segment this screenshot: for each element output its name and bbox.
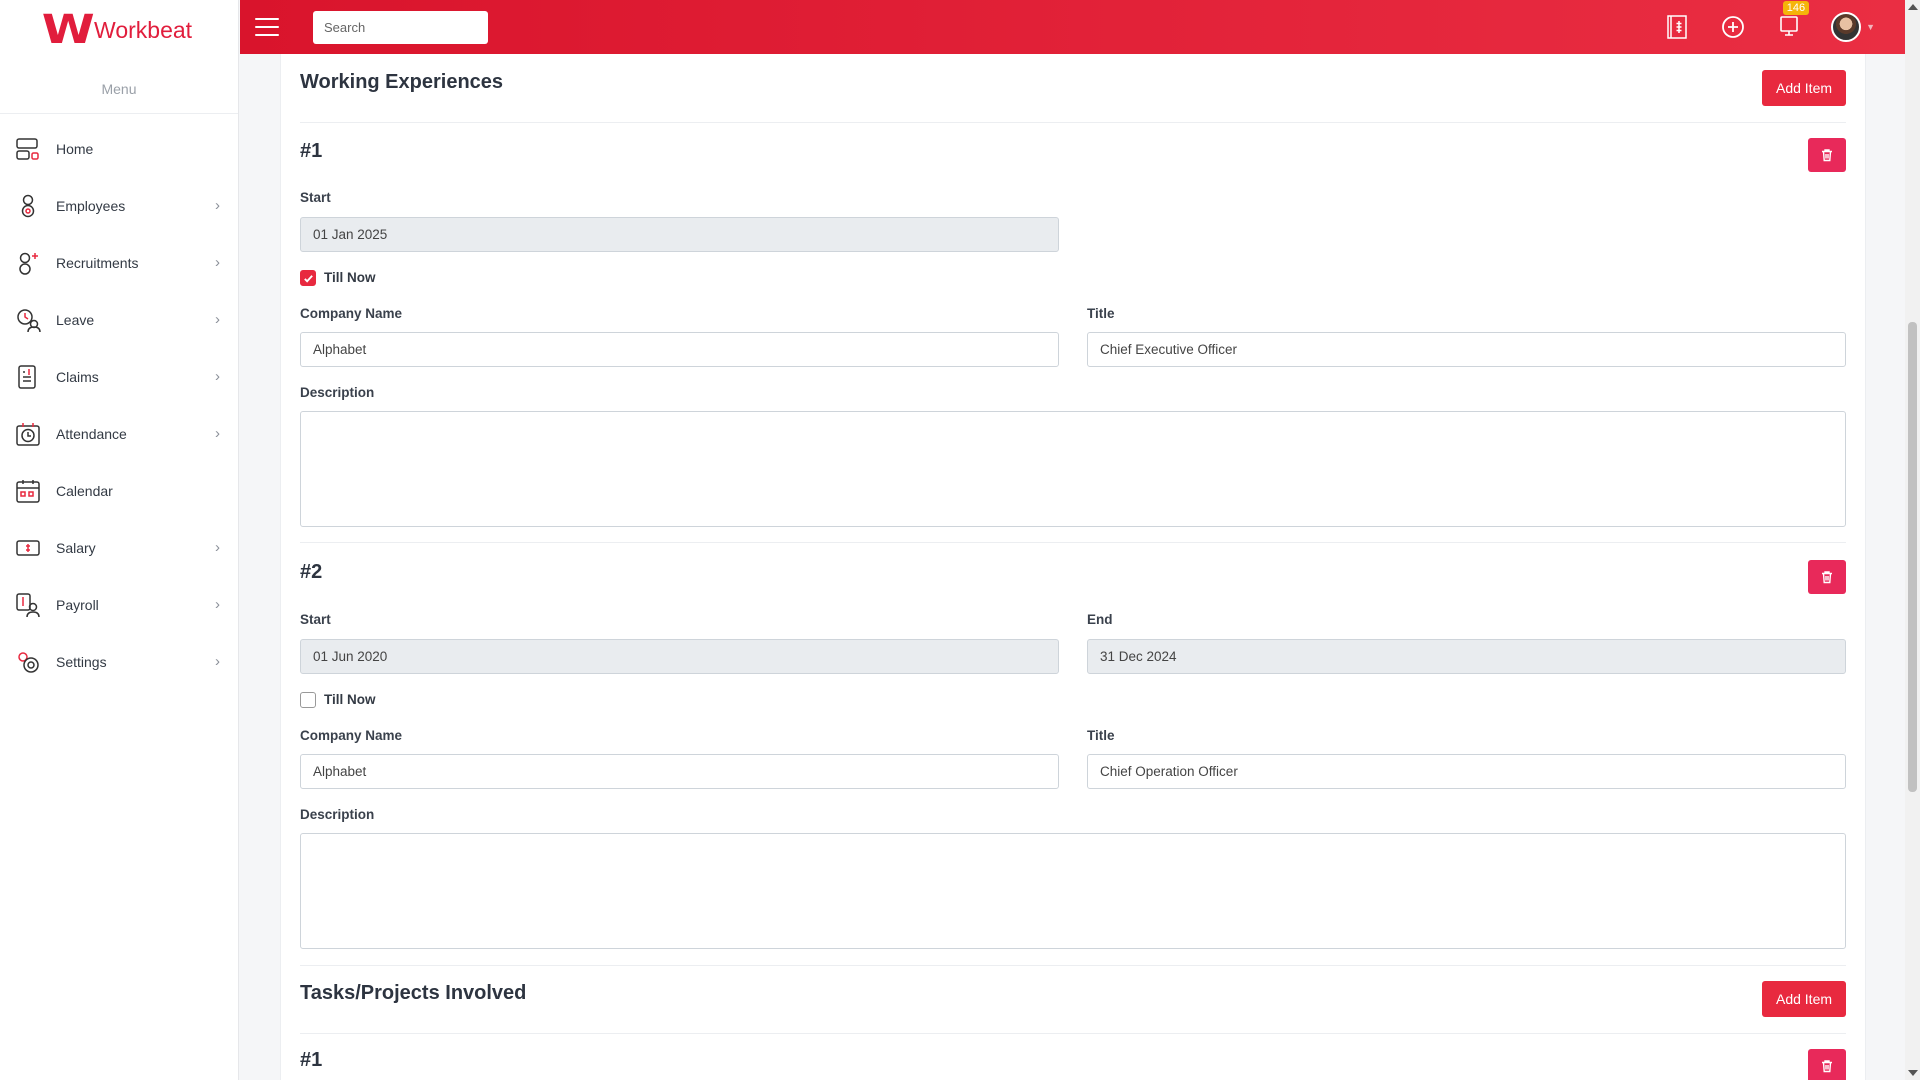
logo-text: Workbeat bbox=[94, 16, 193, 43]
chevron-right-icon: › bbox=[215, 596, 220, 613]
chevron-right-icon: › bbox=[215, 197, 220, 214]
add-experience-button[interactable]: Add Item bbox=[1762, 70, 1846, 106]
sidebar-item-payroll[interactable]: Payroll › bbox=[0, 576, 238, 633]
scroll-down-icon[interactable] bbox=[1908, 1070, 1918, 1076]
chevron-right-icon: › bbox=[215, 653, 220, 670]
chevron-right-icon: › bbox=[215, 254, 220, 271]
sidebar-item-settings[interactable]: Settings › bbox=[0, 633, 238, 690]
title-field[interactable]: Chief Operation Officer bbox=[1087, 754, 1846, 789]
page-scrollbar[interactable] bbox=[1905, 0, 1920, 1080]
end-label: End bbox=[1087, 612, 1113, 627]
description-textarea[interactable] bbox=[300, 833, 1846, 949]
start-date-field[interactable]: 01 Jan 2025 bbox=[300, 217, 1059, 252]
description-label: Description bbox=[300, 807, 375, 822]
hamburger-menu-icon[interactable] bbox=[255, 18, 279, 36]
trash-icon bbox=[1822, 1060, 1832, 1073]
checkmark-icon bbox=[303, 274, 313, 283]
till-now-label: Till Now bbox=[324, 270, 376, 285]
invoice-icon[interactable] bbox=[1663, 13, 1691, 41]
menu-title: Menu bbox=[0, 60, 238, 114]
delete-experience-button[interactable] bbox=[1808, 560, 1846, 594]
sidebar-item-home[interactable]: Home bbox=[0, 120, 238, 177]
add-circle-icon[interactable] bbox=[1719, 13, 1747, 41]
sidebar-item-attendance[interactable]: Attendance › bbox=[0, 405, 238, 462]
sidebar-item-label: Leave bbox=[56, 311, 95, 328]
sidebar-item-label: Payroll bbox=[56, 596, 99, 613]
sidebar: W Workbeat Menu Home Employees › Recruit… bbox=[0, 0, 239, 1080]
chevron-right-icon: › bbox=[215, 539, 220, 556]
end-date-field[interactable]: 31 Dec 2024 bbox=[1087, 639, 1846, 674]
chevron-down-icon[interactable]: ▼ bbox=[1866, 22, 1875, 32]
sidebar-item-label: Home bbox=[56, 140, 94, 157]
salary-icon bbox=[15, 535, 41, 561]
title-label: Title bbox=[1087, 306, 1115, 321]
sidebar-item-label: Salary bbox=[56, 539, 96, 556]
home-icon bbox=[15, 136, 41, 162]
start-label: Start bbox=[300, 612, 331, 627]
title-field[interactable]: Chief Executive Officer bbox=[1087, 332, 1846, 367]
sidebar-item-label: Calendar bbox=[56, 482, 113, 499]
topbar-actions: 146 ▼ bbox=[1635, 0, 1905, 54]
sidebar-item-label: Employees bbox=[56, 197, 126, 214]
sidebar-item-calendar[interactable]: Calendar bbox=[0, 462, 238, 519]
sidebar-item-employees[interactable]: Employees › bbox=[0, 177, 238, 234]
start-label: Start bbox=[300, 190, 331, 205]
divider bbox=[300, 542, 1846, 543]
till-now-checkbox[interactable] bbox=[300, 270, 316, 286]
claims-icon bbox=[15, 364, 41, 390]
tasks-projects-title: Tasks/Projects Involved bbox=[300, 982, 527, 1004]
chevron-right-icon: › bbox=[215, 311, 220, 328]
experience-item-number: #2 bbox=[300, 561, 323, 583]
search-input[interactable] bbox=[313, 10, 488, 44]
chevron-right-icon: › bbox=[215, 425, 220, 442]
company-name-label: Company Name bbox=[300, 728, 403, 743]
till-now-label: Till Now bbox=[324, 692, 376, 707]
sidebar-item-leave[interactable]: Leave › bbox=[0, 291, 238, 348]
trash-icon bbox=[1822, 571, 1832, 584]
company-name-field[interactable]: Alphabet bbox=[300, 332, 1059, 367]
title-label: Title bbox=[1087, 728, 1115, 743]
scroll-up-icon[interactable] bbox=[1908, 4, 1918, 10]
notification-badge: 146 bbox=[1782, 1, 1810, 15]
divider bbox=[300, 122, 1846, 123]
avatar[interactable] bbox=[1831, 12, 1862, 42]
employees-icon bbox=[15, 193, 41, 219]
sidebar-item-label: Attendance bbox=[56, 425, 127, 442]
sidebar-nav: Home Employees › Recruitments › Leave › … bbox=[0, 114, 238, 690]
sidebar-item-label: Claims bbox=[56, 368, 99, 385]
attendance-icon bbox=[15, 421, 41, 447]
leave-icon bbox=[15, 307, 41, 333]
working-experiences-title: Working Experiences bbox=[300, 71, 504, 93]
trash-icon bbox=[1822, 149, 1832, 162]
company-name-label: Company Name bbox=[300, 306, 403, 321]
topbar: 146 ▼ bbox=[240, 0, 1905, 54]
divider bbox=[300, 965, 1846, 966]
add-task-button[interactable]: Add Item bbox=[1762, 981, 1846, 1017]
delete-task-button[interactable] bbox=[1808, 1049, 1846, 1080]
description-textarea[interactable] bbox=[300, 411, 1846, 527]
scroll-thumb[interactable] bbox=[1908, 322, 1917, 792]
settings-icon bbox=[15, 649, 41, 675]
task-item-number: #1 bbox=[300, 1049, 323, 1071]
company-name-field[interactable]: Alphabet bbox=[300, 754, 1059, 789]
sidebar-item-recruitments[interactable]: Recruitments › bbox=[0, 234, 238, 291]
till-now-checkbox[interactable] bbox=[300, 692, 316, 708]
sidebar-item-claims[interactable]: Claims › bbox=[0, 348, 238, 405]
experience-form-card: Working Experiences Add Item #1 Start 01… bbox=[280, 54, 1866, 1080]
sidebar-item-salary[interactable]: Salary › bbox=[0, 519, 238, 576]
experience-item-number: #1 bbox=[300, 140, 323, 162]
logo[interactable]: W Workbeat bbox=[0, 0, 238, 60]
sidebar-item-label: Settings bbox=[56, 653, 107, 670]
chevron-right-icon: › bbox=[215, 368, 220, 385]
description-label: Description bbox=[300, 385, 375, 400]
divider bbox=[300, 1033, 1846, 1034]
logo-mark-icon: W bbox=[41, 7, 95, 53]
notification-icon[interactable]: 146 bbox=[1775, 1, 1810, 41]
delete-experience-button[interactable] bbox=[1808, 138, 1846, 172]
recruitments-icon bbox=[15, 250, 41, 276]
payroll-icon bbox=[15, 592, 41, 618]
sidebar-item-label: Recruitments bbox=[56, 254, 139, 271]
start-date-field[interactable]: 01 Jun 2020 bbox=[300, 639, 1059, 674]
calendar-icon bbox=[15, 478, 41, 504]
